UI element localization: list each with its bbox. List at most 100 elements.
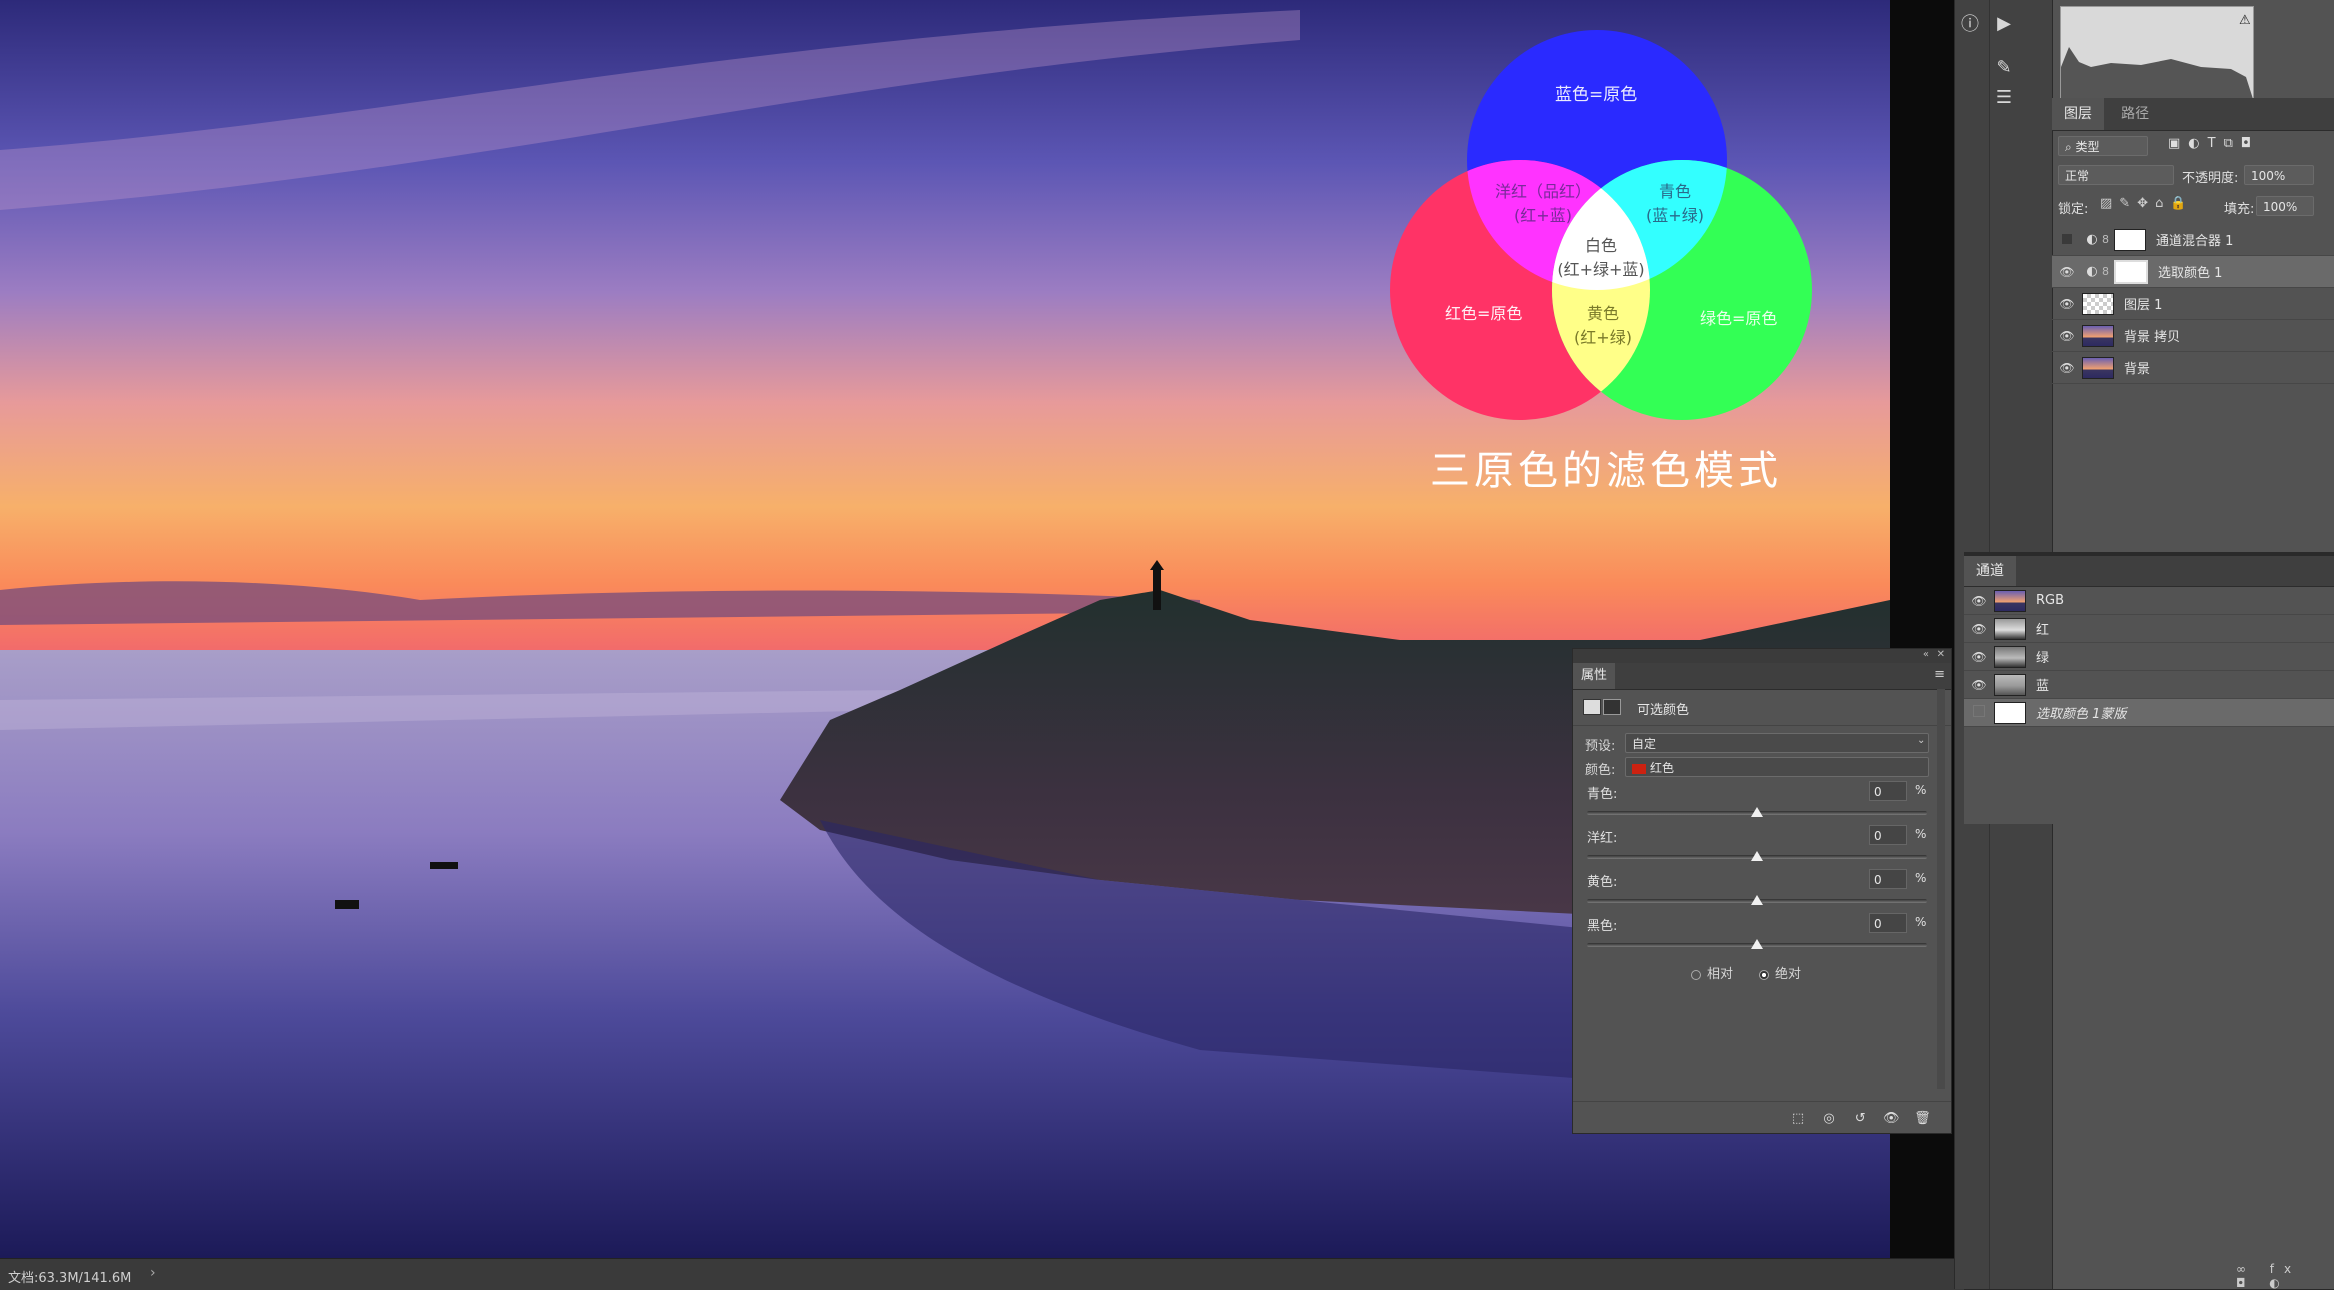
channel-name: 选取颜色 1蒙版 (2036, 707, 2127, 722)
white-label: 白色 (1584, 236, 1617, 255)
layer-filter-select[interactable]: ⌕ 类型 (2058, 136, 2148, 156)
slider-thumb[interactable] (1751, 895, 1763, 905)
chevron-down-icon: ⌄ (1917, 735, 1926, 746)
cyan-slider[interactable]: 青色: 0 % (1587, 781, 1941, 821)
channel-row[interactable]: 👁 绿 (1964, 643, 2334, 671)
eye-icon[interactable]: 👁 (1878, 1111, 1904, 1126)
slider-thumb[interactable] (1751, 807, 1763, 817)
status-menu-arrow[interactable]: › (150, 1265, 156, 1281)
clip-to-layer-icon[interactable]: ⬚ (1785, 1111, 1811, 1126)
tab-layers[interactable]: 图层 (2052, 98, 2104, 130)
collapse-icon[interactable]: « (1923, 649, 1929, 660)
channel-row[interactable]: 选取颜色 1蒙版 (1964, 699, 2334, 727)
opacity-input[interactable]: 100% (2244, 165, 2314, 185)
green-label: 绿色=原色 (1700, 309, 1778, 328)
mask-icon[interactable] (1603, 699, 1621, 715)
radio-icon (1691, 969, 1701, 980)
reset-icon[interactable]: ↺ (1847, 1111, 1873, 1126)
layer-name: 通道混合器 1 (2156, 234, 2234, 249)
adjustment-type-icon[interactable] (1583, 699, 1601, 715)
lock-icons[interactable]: ▨✎✥⌂🔒 (2100, 196, 2194, 211)
eye-icon[interactable]: 👁 (2052, 265, 2082, 279)
close-icon[interactable]: ✕ (1937, 649, 1945, 660)
slider-value-input[interactable]: 0 (1869, 825, 1907, 845)
tab-paths[interactable]: 路径 (2109, 98, 2161, 130)
doc-size-text: 文档:63.3M/141.6M (8, 1271, 132, 1286)
color-swatch (1632, 763, 1646, 774)
layer-row[interactable]: 👁 图层 1 (2052, 288, 2334, 320)
diagram-caption: 三原色的滤色模式 (1430, 448, 1782, 494)
slider-label: 洋红: (1587, 831, 1618, 846)
slider-value-input[interactable]: 0 (1869, 913, 1907, 933)
layer-row[interactable]: 👁 ◐ 8 选取颜色 1 (2052, 256, 2334, 288)
layer-thumbnail (2082, 356, 2114, 379)
opacity-label: 不透明度: (2182, 171, 2239, 186)
eye-icon[interactable]: 👁 (1964, 650, 1994, 664)
magenta-slider[interactable]: 洋红: 0 % (1587, 825, 1941, 865)
color-label: 颜色: (1585, 763, 1616, 778)
magenta-sub: (红+蓝) (1514, 206, 1572, 225)
slider-unit: % (1915, 915, 1927, 929)
eye-icon[interactable]: 👁 (2052, 361, 2082, 375)
filter-type-icons[interactable]: ▣◐T⧉◘ (2168, 136, 2259, 151)
tab-channels[interactable]: 通道 (1964, 556, 2016, 586)
warning-icon[interactable]: ⚠ (2239, 13, 2251, 28)
fill-input[interactable]: 100% (2256, 196, 2314, 216)
black-slider[interactable]: 黑色: 0 % (1587, 913, 1941, 953)
channel-row[interactable]: 👁 蓝 (1964, 671, 2334, 699)
view-previous-icon[interactable]: ◎ (1816, 1111, 1842, 1126)
preset-select[interactable]: 自定 (1625, 733, 1929, 753)
relative-radio[interactable]: 相对 (1691, 963, 1733, 982)
absolute-radio[interactable]: 绝对 (1759, 963, 1801, 982)
slider-unit: % (1915, 827, 1927, 841)
blend-mode-select[interactable]: 正常 (2058, 165, 2174, 185)
brush-settings-icon[interactable]: ✎ (1989, 52, 2019, 82)
channel-row[interactable]: 👁 红 (1964, 615, 2334, 643)
info-icon[interactable]: ⓘ (1955, 8, 1985, 38)
eye-icon[interactable]: 👁 (2052, 329, 2082, 343)
properties-panel: « ✕ 属性 ≡ 可选颜色 预设: 自定 ⌄ 颜色: 红色 青色: 0 % 洋红… (1572, 648, 1952, 1134)
layers-tabbar: 图层 路径 (2052, 98, 2334, 131)
slider-thumb[interactable] (1751, 939, 1763, 949)
yellow-slider[interactable]: 黄色: 0 % (1587, 869, 1941, 909)
slider-value-input[interactable]: 0 (1869, 781, 1907, 801)
yellow-label: 黄色 (1586, 304, 1619, 323)
eye-icon[interactable]: 👁 (1964, 594, 1994, 608)
relative-label: 相对 (1707, 967, 1734, 982)
layer-thumbnail (2082, 324, 2114, 347)
mask-thumbnail (2114, 259, 2148, 284)
visibility-toggle[interactable] (2052, 233, 2082, 247)
layer-name: 选取颜色 1 (2158, 266, 2223, 281)
sliders-icon[interactable]: ☰ (1989, 82, 2019, 112)
layer-footer-icons[interactable]: ∞ fx ◘ ◐ (2236, 1262, 2334, 1290)
red-label: 红色=原色 (1445, 304, 1523, 323)
panel-menu-icon[interactable]: ≡ (1934, 667, 1945, 682)
channels-panel: 通道 👁 RGB 👁 红 👁 绿 👁 蓝 选取颜色 1蒙版 (1964, 556, 2334, 824)
slider-thumb[interactable] (1751, 851, 1763, 861)
color-select[interactable]: 红色 (1625, 757, 1929, 777)
layer-thumbnail (2082, 292, 2114, 315)
slider-unit: % (1915, 871, 1927, 885)
mask-thumbnail (2114, 228, 2146, 251)
channel-thumbnail (1994, 701, 2026, 724)
layer-row[interactable]: 👁 背景 拷贝 (2052, 320, 2334, 352)
eye-icon[interactable]: 👁 (1964, 622, 1994, 636)
eye-icon[interactable]: 👁 (1964, 678, 1994, 692)
play-icon[interactable]: ▶ (1989, 8, 2019, 38)
layer-row[interactable]: 👁 背景 (2052, 352, 2334, 384)
slider-label: 黄色: (1587, 875, 1618, 890)
channel-thumbnail (1994, 617, 2026, 640)
visibility-toggle[interactable] (1964, 705, 1994, 720)
layer-row[interactable]: ◐ 8 通道混合器 1 (2052, 224, 2334, 256)
absolute-label: 绝对 (1775, 967, 1802, 982)
scrollbar[interactable] (1937, 689, 1945, 1089)
channel-row[interactable]: 👁 RGB (1964, 587, 2334, 615)
properties-title: 可选颜色 (1637, 703, 1690, 718)
channel-name: 绿 (2036, 651, 2050, 666)
trash-icon[interactable]: 🗑 (1909, 1111, 1935, 1126)
tab-properties[interactable]: 属性 (1573, 663, 1616, 689)
channel-thumbnail (1994, 589, 2026, 612)
yellow-sub: (红+绿) (1574, 328, 1632, 347)
eye-icon[interactable]: 👁 (2052, 297, 2082, 311)
slider-value-input[interactable]: 0 (1869, 869, 1907, 889)
